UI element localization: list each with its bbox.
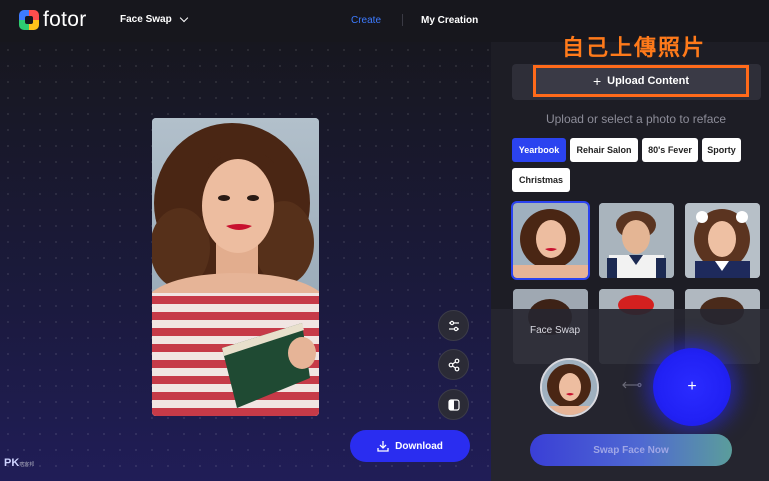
category-tab-rehair-salon[interactable]: Rehair Salon — [570, 138, 638, 162]
source-face-thumbnail[interactable] — [540, 358, 599, 417]
tool-dropdown[interactable]: Face Swap — [120, 13, 188, 25]
sliders-icon — [448, 320, 459, 331]
watermark-main: PK — [4, 457, 20, 469]
share-icon — [448, 358, 459, 371]
face-swap-title: Face Swap — [530, 325, 581, 336]
editor-canvas: Download PK痞客邦 — [0, 42, 491, 481]
adjust-button[interactable] — [438, 310, 469, 341]
preview-photo — [152, 118, 319, 416]
upload-content-button[interactable]: + Upload Content — [533, 65, 749, 97]
chevron-down-icon — [179, 13, 188, 23]
plus-icon: + — [687, 378, 697, 395]
category-tab-80s-fever[interactable]: 80's Fever — [642, 138, 698, 162]
swap-face-now-label: Swap Face Now — [593, 444, 669, 456]
swap-face-now-button[interactable]: Swap Face Now — [530, 434, 732, 466]
fotor-logo[interactable]: fotor — [19, 8, 87, 31]
add-target-face-button[interactable]: + — [653, 348, 731, 426]
brand-name: fotor — [43, 8, 87, 31]
watermark: PK痞客邦 — [4, 457, 34, 469]
template-thumbnail[interactable] — [511, 201, 590, 280]
download-label: Download — [395, 440, 443, 452]
nav-create-link[interactable]: Create — [351, 15, 381, 26]
panel-subtitle: Upload or select a photo to reface — [545, 112, 727, 126]
watermark-sub: 痞客邦 — [19, 462, 35, 468]
download-button[interactable]: Download — [350, 430, 470, 462]
fotor-logo-icon — [19, 10, 39, 30]
upload-label: Upload Content — [607, 75, 690, 87]
compare-button[interactable] — [438, 389, 469, 420]
share-button[interactable] — [438, 349, 469, 380]
nav-divider — [402, 14, 403, 26]
plus-icon: + — [592, 73, 602, 89]
nav-my-creation-link[interactable]: My Creation — [421, 15, 478, 26]
tool-dropdown-label: Face Swap — [120, 14, 172, 25]
template-thumbnail[interactable] — [685, 203, 760, 278]
category-tab-christmas[interactable]: Christmas — [512, 168, 570, 192]
template-thumbnail[interactable] — [599, 203, 674, 278]
category-tab-yearbook[interactable]: Yearbook — [512, 138, 566, 162]
swap-arrow-icon — [622, 381, 642, 389]
compare-icon — [447, 398, 460, 411]
download-icon — [377, 441, 389, 452]
category-tab-sporty[interactable]: Sporty — [702, 138, 741, 162]
annotation-text: 自己上傳照片 — [562, 35, 707, 60]
